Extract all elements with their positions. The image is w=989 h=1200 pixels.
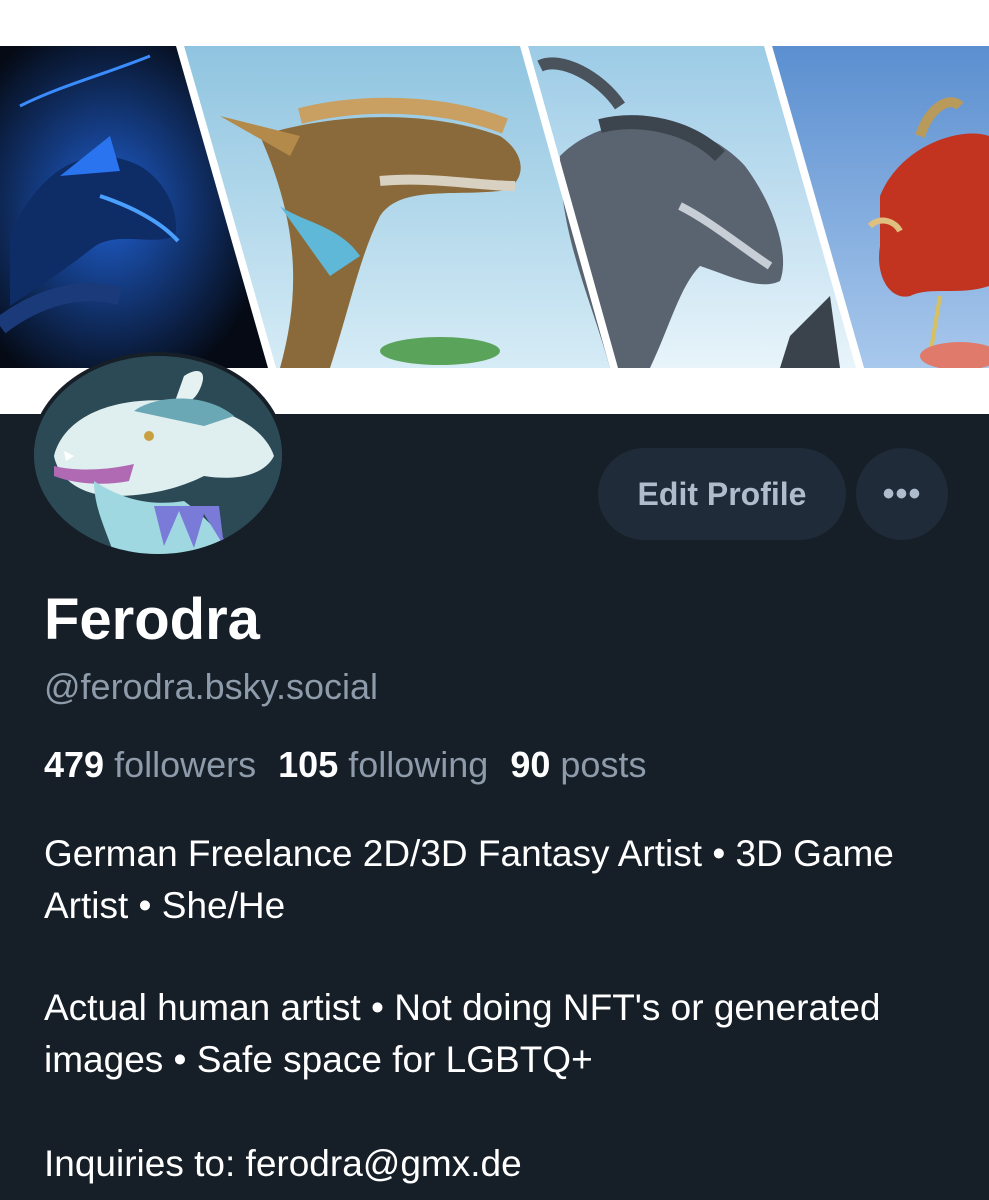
posts-count: 90: [510, 744, 551, 785]
following-count: 105: [278, 744, 339, 785]
posts-label: posts: [560, 744, 647, 785]
following-link[interactable]: 105 following: [278, 744, 488, 785]
avatar[interactable]: [30, 352, 286, 558]
followers-link[interactable]: 479 followers: [44, 744, 256, 785]
top-margin: [0, 0, 989, 46]
more-options-button[interactable]: •••: [856, 448, 948, 540]
banner-image: [0, 46, 989, 368]
followers-label: followers: [114, 744, 257, 785]
bio-paragraph-2: Actual human artist • Not doing NFT's or…: [44, 987, 881, 1080]
edit-profile-button[interactable]: Edit Profile: [598, 448, 846, 540]
more-horizontal-icon: •••: [882, 474, 922, 513]
following-label: following: [348, 744, 489, 785]
profile-banner[interactable]: [0, 46, 989, 368]
bio-paragraph-1: German Freelance 2D/3D Fantasy Artist • …: [44, 833, 894, 926]
posts-stat: 90 posts: [510, 744, 646, 785]
display-name: Ferodra: [44, 587, 260, 652]
profile-handle: @ferodra.bsky.social: [44, 666, 379, 707]
profile-stats: 479 followers 105 following 90 posts: [44, 744, 646, 786]
edit-profile-label: Edit Profile: [637, 475, 807, 512]
followers-count: 479: [44, 744, 105, 785]
bio-paragraph-3: Inquiries to: ferodra@gmx.de: [44, 1143, 522, 1184]
dragon-avatar-icon: [34, 356, 282, 554]
